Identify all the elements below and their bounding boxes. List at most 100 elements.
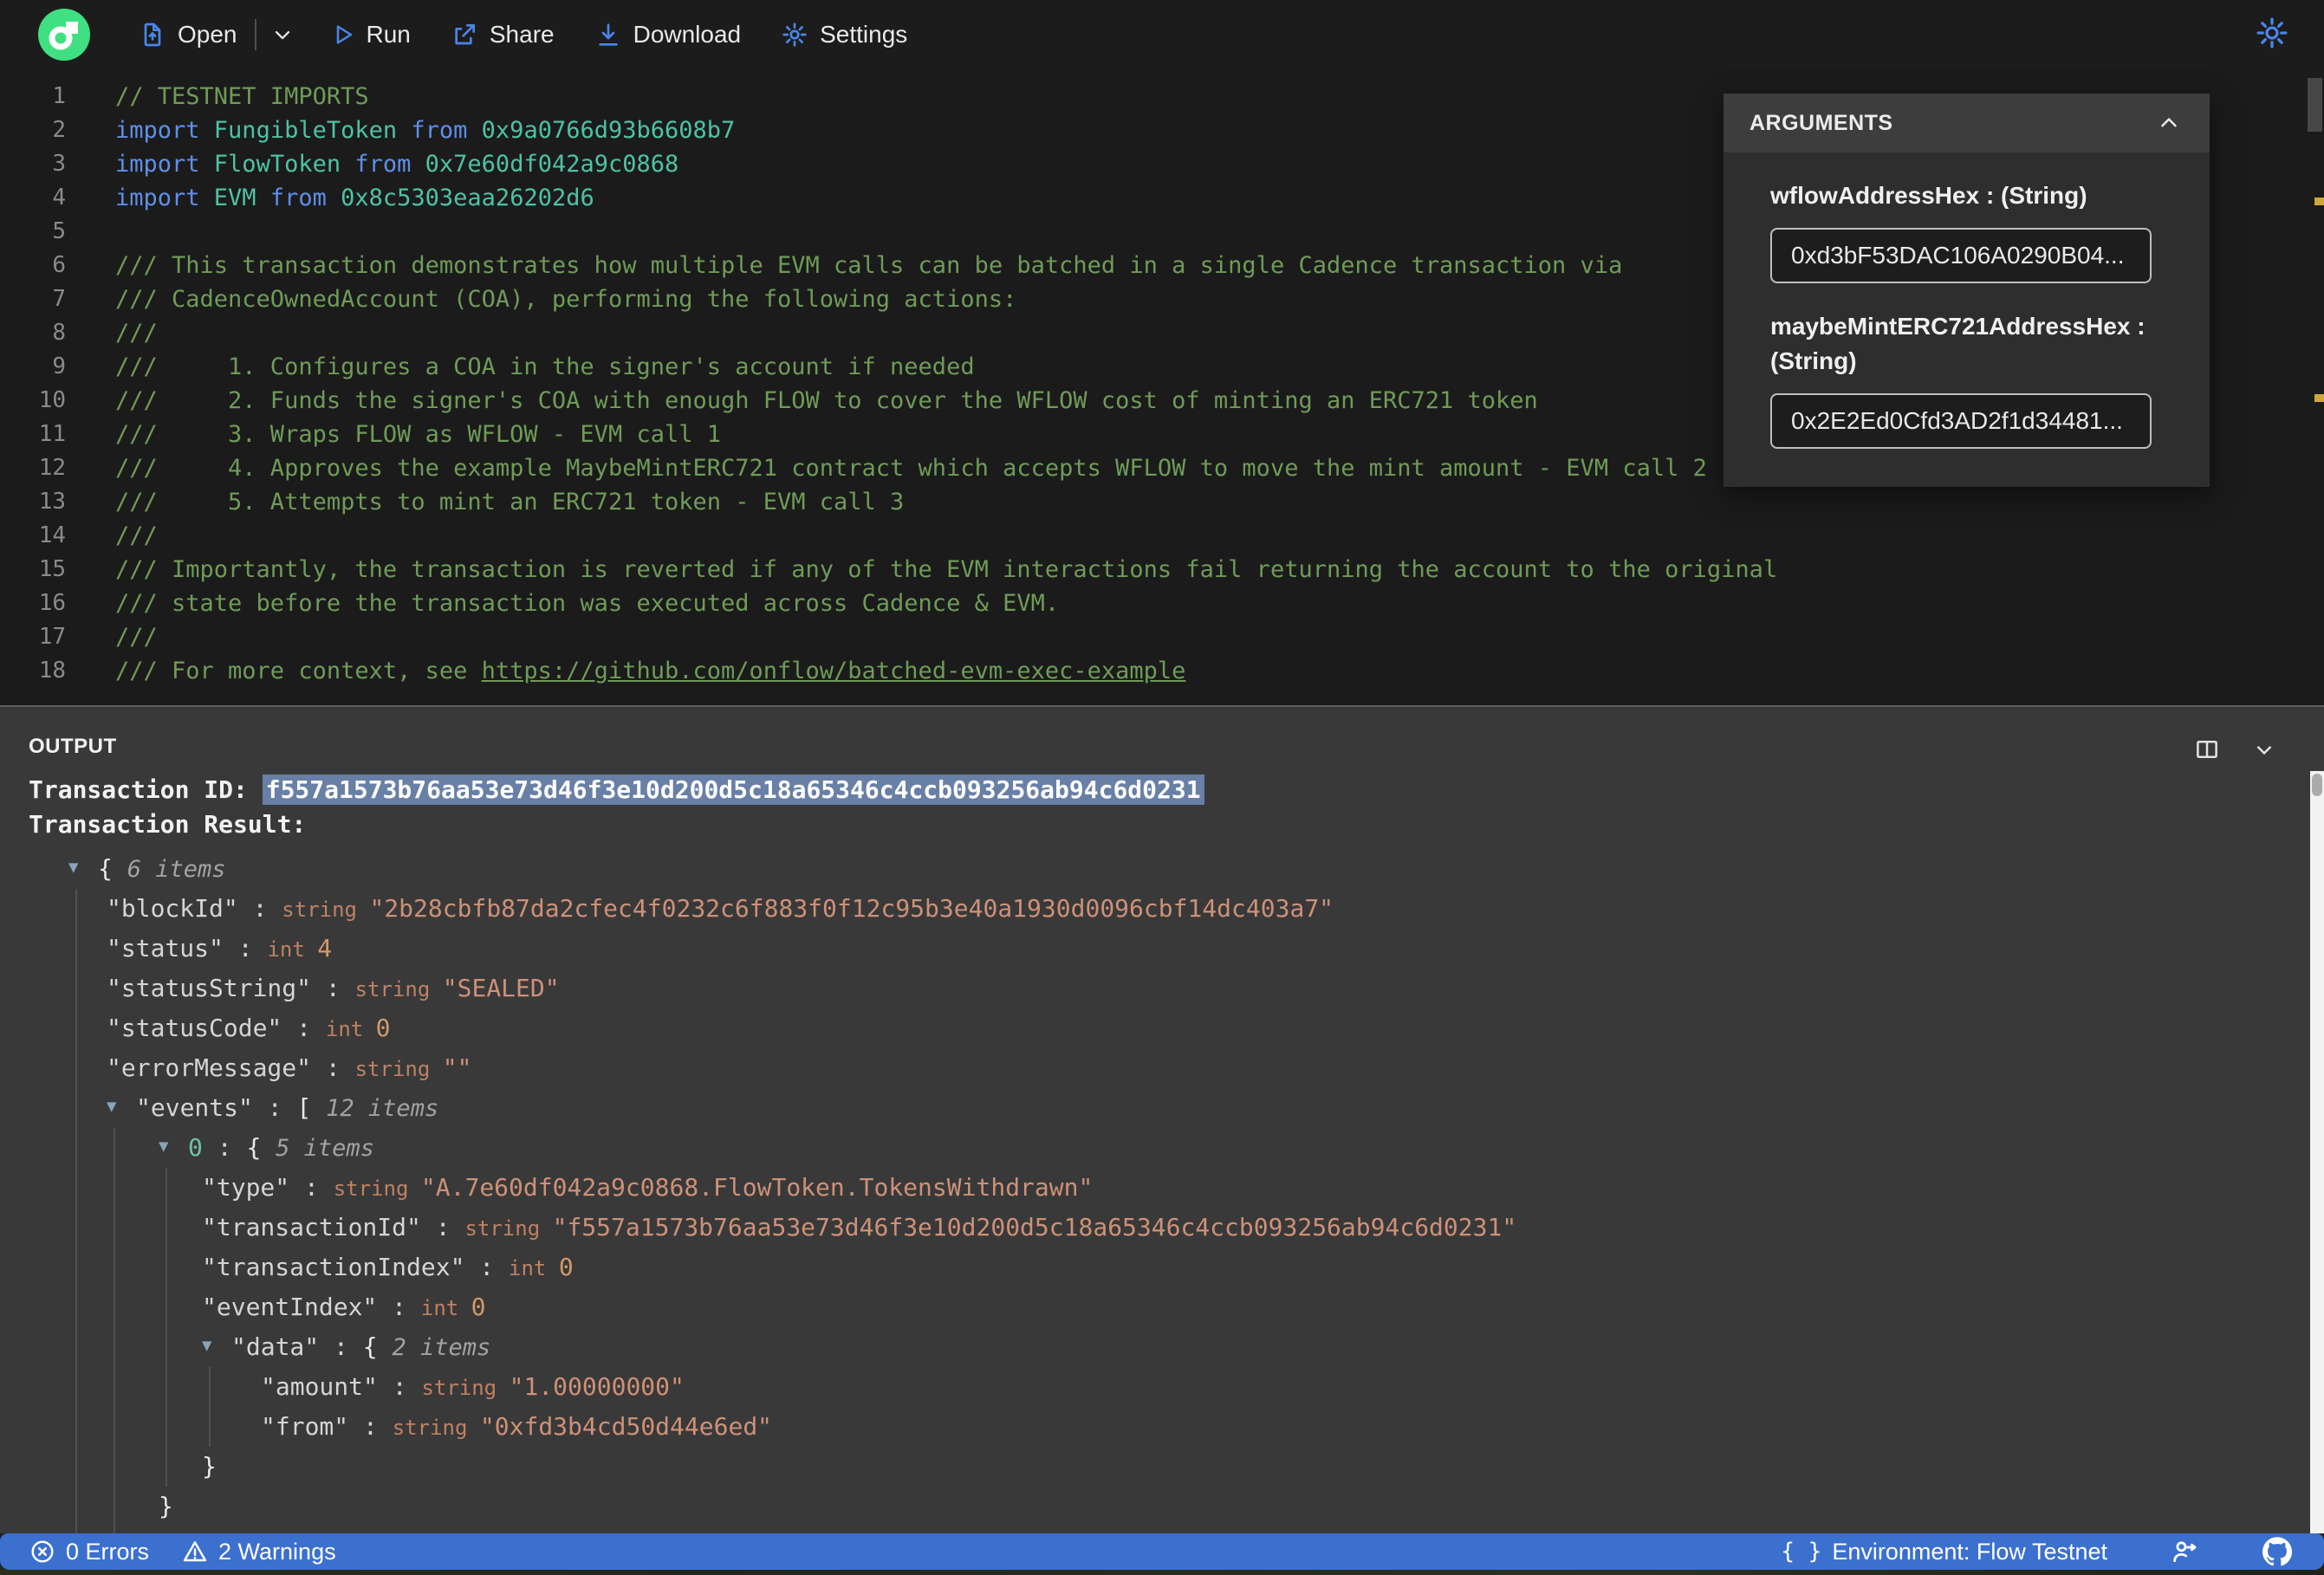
open-dropdown-button[interactable]	[270, 23, 295, 47]
code-token: /// CadenceOwnedAccount (COA), performin…	[115, 286, 1017, 313]
code-line: 13 /// 5. Attempts to mint an ERC721 toke…	[0, 485, 2301, 519]
tree-token-typelabel: string	[354, 1057, 443, 1081]
tree-token-key: "transactionId"	[202, 1213, 421, 1241]
code-editor[interactable]: 1 // TESTNET IMPORTS 2 import FungibleToken…	[0, 69, 2324, 705]
code-link[interactable]: https://github.com/onflow/batched-evm-ex…	[482, 658, 1186, 684]
tree-token-punct: :	[237, 894, 282, 923]
transaction-result-tree: ▼{ 6 items "blockId" : string "2b28cbfb87…	[29, 849, 2324, 1533]
collapse-toggle-icon[interactable]: ▼	[202, 1325, 231, 1365]
tree-token-key: "statusString"	[107, 974, 312, 1002]
tree-token-key: "eventIndex"	[202, 1293, 378, 1321]
arguments-panel-header[interactable]: ARGUMENTS	[1724, 94, 2210, 152]
tree-token-typelabel: int	[420, 1296, 471, 1320]
tree-token-str: "A.7e60df042a9c0868.FlowToken.TokensWith…	[420, 1173, 1094, 1202]
tree-token-meta: 6 items	[127, 856, 226, 883]
code-token: /// 3. Wraps FLOW as WFLOW - EVM call 1	[115, 421, 721, 448]
collapse-toggle-icon[interactable]: ▼	[159, 1525, 188, 1533]
tree-line: "eventIndex" : int 0	[29, 1287, 2324, 1327]
open-label: Open	[178, 21, 237, 48]
editor-scrollbar[interactable]	[2305, 69, 2324, 705]
line-number: 10	[38, 387, 66, 413]
code-token: /// 1. Configures a COA in the signer's …	[115, 353, 975, 380]
collapse-output-chevron-icon[interactable]	[2251, 736, 2277, 762]
argument-input-maybemint[interactable]	[1770, 392, 2152, 449]
argument-input-wflow[interactable]	[1770, 227, 2152, 283]
tree-token-num: 4	[317, 934, 333, 962]
code-token: // TESTNET IMPORTS	[115, 83, 369, 110]
github-link[interactable]	[2262, 1536, 2293, 1567]
settings-button[interactable]: Settings	[781, 21, 907, 49]
tree-token-punct: :	[420, 1213, 465, 1241]
share-button[interactable]: Share	[451, 21, 555, 49]
arguments-title: ARGUMENTS	[1749, 110, 1893, 135]
arguments-panel-body: wflowAddressHex : (String) maybeMintERC7…	[1724, 152, 2210, 487]
tree-line: "from" : string "0xfd3b4cd50d44e6ed"	[29, 1407, 2324, 1447]
braces-icon: { }	[1781, 1539, 1822, 1565]
warnings-status[interactable]: 2 Warnings	[182, 1539, 336, 1565]
code-token: FlowToken	[213, 151, 341, 178]
run-label: Run	[366, 21, 411, 48]
code-token: ///	[115, 624, 158, 651]
tree-token-typelabel: string	[333, 1176, 421, 1201]
tree-token-punct: :	[202, 1133, 247, 1162]
tree-token-meta: 12 items	[326, 1095, 439, 1122]
transaction-id-line: Transaction ID: f557a1573b76aa53e73d46f3…	[29, 773, 2324, 807]
download-button[interactable]: Download	[594, 21, 741, 49]
tree-token-punct: :	[203, 1532, 247, 1533]
tree-token-str: ""	[442, 1053, 472, 1082]
line-number: 6	[52, 252, 66, 278]
tree-token-num: 0	[471, 1293, 486, 1321]
tree-token-typelabel: int	[509, 1256, 559, 1280]
flow-logo[interactable]	[38, 9, 90, 61]
download-icon	[598, 23, 618, 46]
line-number: 7	[52, 286, 66, 312]
warning-marker	[2314, 394, 2324, 402]
tree-line: }	[29, 1447, 2324, 1487]
line-number: 8	[52, 320, 66, 346]
line-number: 13	[38, 489, 66, 515]
errors-count: 0 Errors	[66, 1538, 150, 1565]
chevron-up-icon[interactable]	[2156, 110, 2182, 136]
environment-selector[interactable]: { } Environment: Flow Testnet	[1781, 1539, 2107, 1565]
collapse-toggle-icon[interactable]: ▼	[68, 847, 98, 887]
code-token: from	[397, 117, 482, 144]
code-token: from	[341, 151, 425, 178]
theme-toggle-button[interactable]	[2255, 16, 2289, 55]
tree-token-typelabel: string	[392, 1416, 480, 1440]
tree-token-key: "transactionIndex"	[202, 1253, 465, 1281]
github-icon	[2262, 1537, 2293, 1566]
code-token: import	[115, 117, 214, 144]
open-button[interactable]: Open	[139, 21, 237, 49]
output-title: OUTPUT	[29, 735, 117, 758]
output-body: Transaction ID: f557a1573b76aa53e73d46f3…	[0, 762, 2324, 1533]
collapse-toggle-icon[interactable]: ▼	[107, 1086, 136, 1126]
output-scrollbar-thumb[interactable]	[2312, 774, 2322, 796]
argument-label-wflow: wflowAddressHex : (String)	[1770, 182, 2087, 209]
tree-token-str: "f557a1573b76aa53e73d46f3e10d200d5c18a65…	[552, 1213, 1517, 1241]
collapse-toggle-icon[interactable]: ▼	[159, 1126, 188, 1166]
sun-icon	[2256, 17, 2288, 48]
tree-token-brace: {	[362, 1332, 393, 1361]
line-number: 2	[52, 117, 66, 143]
tree-line: ▼ "events" : [ 12 items	[29, 1088, 2324, 1128]
split-view-icon[interactable]	[2194, 736, 2220, 762]
line-number: 4	[52, 185, 66, 211]
tree-token-key: "data"	[231, 1332, 320, 1361]
gear-icon	[782, 23, 807, 47]
settings-label: Settings	[820, 21, 908, 48]
tree-line: ▼ 0 : { 5 items	[29, 1128, 2324, 1168]
tree-token-key: "status"	[107, 934, 224, 962]
chevron-down-icon	[275, 30, 289, 40]
editor-scrollbar-thumb[interactable]	[2308, 78, 2322, 132]
tree-line: }	[29, 1487, 2324, 1526]
output-panel: OUTPUT Transaction ID: f557a1573b76aa53e…	[0, 705, 2324, 1533]
errors-status[interactable]: 0 Errors	[29, 1539, 149, 1565]
toolbar-actions: Run Share Download Settings	[329, 21, 907, 49]
line-number: 9	[52, 353, 66, 379]
tree-token-typelabel: string	[421, 1376, 510, 1400]
code-token: import	[115, 151, 214, 178]
tree-token-punct: :	[319, 1332, 363, 1361]
feedback-button[interactable]	[2170, 1537, 2199, 1566]
tree-token-key: "blockId"	[107, 894, 238, 923]
run-button[interactable]: Run	[329, 21, 411, 49]
